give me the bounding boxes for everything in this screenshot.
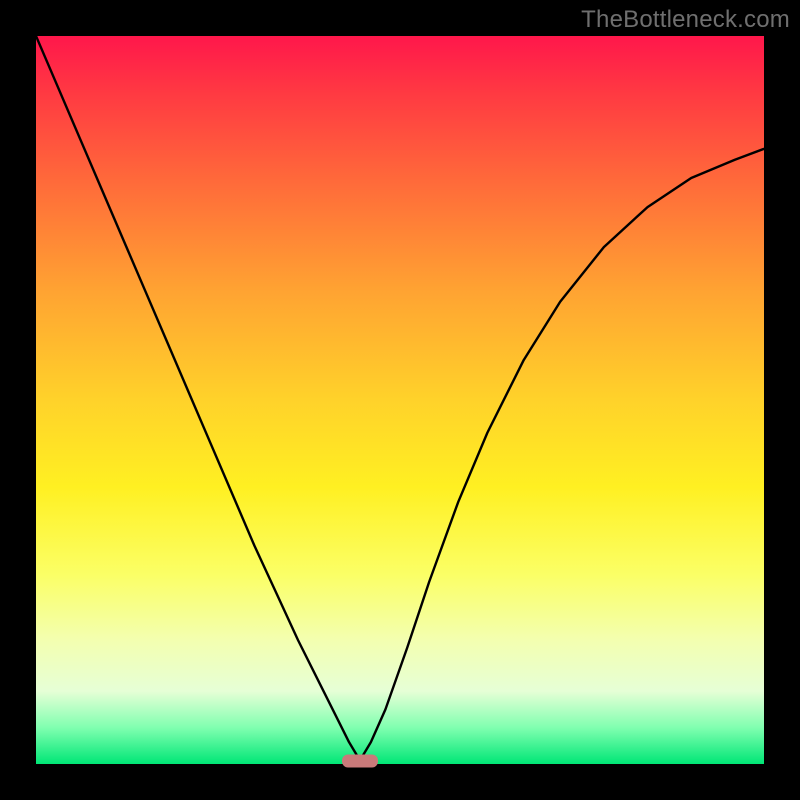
watermark-text: TheBottleneck.com [581, 6, 790, 34]
bottleneck-curve [36, 36, 764, 764]
optimal-point-marker [342, 755, 378, 768]
chart-frame: TheBottleneck.com [0, 0, 800, 800]
plot-area [36, 36, 764, 764]
